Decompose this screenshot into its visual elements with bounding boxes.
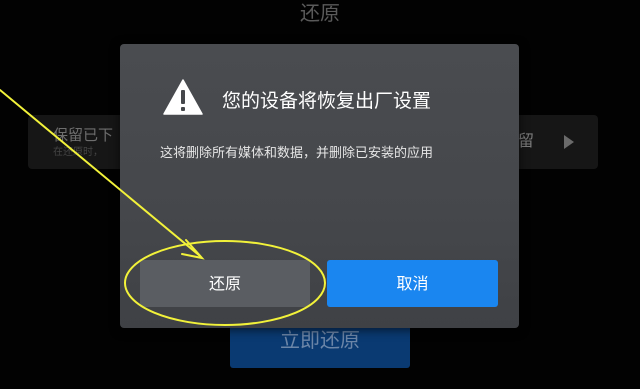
option-label: 保留已下 xyxy=(53,126,114,144)
play-arrow-icon xyxy=(564,135,574,149)
cancel-button[interactable]: 取消 xyxy=(327,260,498,307)
page-title: 还原 xyxy=(300,1,340,25)
dialog-message: 这将删除所有媒体和数据，并删除已安装的应用 xyxy=(160,146,434,161)
dialog-title: 您的设备将恢复出厂设置 xyxy=(222,90,432,112)
factory-reset-screen: 还原 保留已下 在还原时， 留 立即还原 您的设备将恢复出厂设置 这将删除所有媒… xyxy=(0,0,640,389)
restore-button[interactable]: 还原 xyxy=(140,260,310,307)
option-sublabel: 在还原时， xyxy=(53,147,103,158)
warning-icon xyxy=(163,79,203,115)
option-right-label: 留 xyxy=(517,131,534,150)
confirm-reset-dialog: 您的设备将恢复出厂设置 这将删除所有媒体和数据，并删除已安装的应用 还原 取消 xyxy=(120,44,519,328)
